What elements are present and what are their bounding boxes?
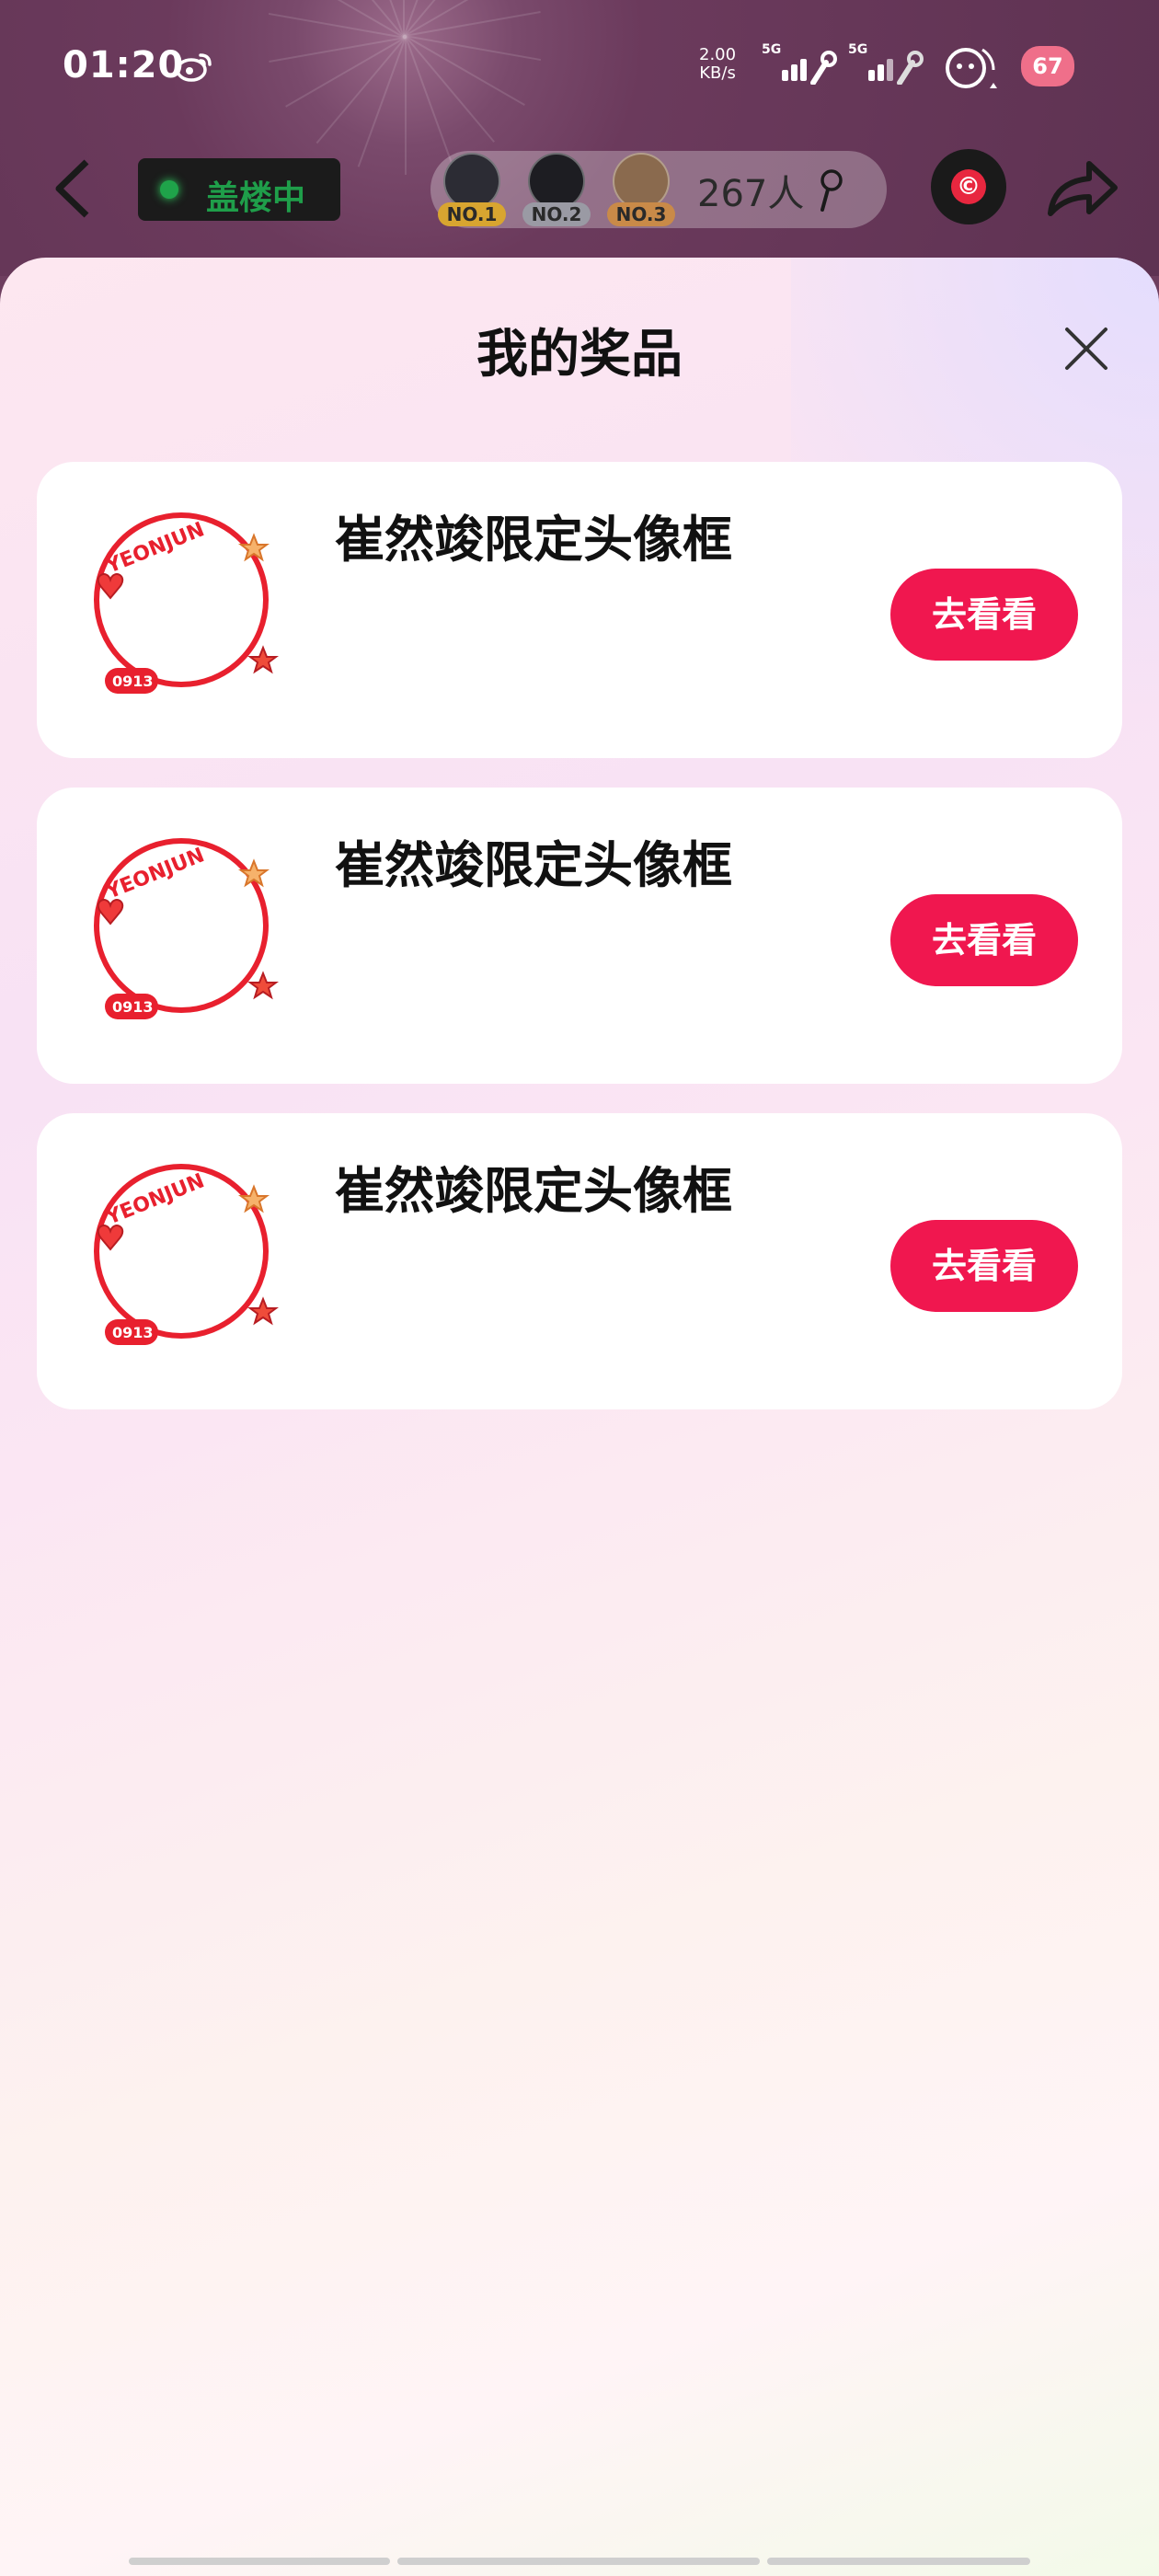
view-prize-button[interactable]: 去看看 [890, 894, 1078, 986]
back-arrow-icon[interactable] [46, 156, 101, 221]
avatar-frame-thumbnail: YEONJUN 0913 [94, 512, 279, 694]
top-ranking-bar[interactable]: NO.1 NO.2 NO.3 267人 [430, 151, 887, 228]
network-speed-unit: KB/s [699, 63, 736, 83]
live-dot-icon [160, 180, 178, 199]
prize-card: YEONJUN 0913 崔然竣限定头像框 去看看 [37, 462, 1122, 758]
wrench-icon [810, 51, 837, 85]
frame-text: YEONJUN [102, 518, 208, 579]
frame-tag-text: 0913 [112, 673, 154, 690]
view-prize-button[interactable]: 去看看 [890, 1220, 1078, 1312]
building-status-label: 盖楼中 [206, 179, 306, 217]
gesture-bar-segment [129, 2558, 390, 2565]
sim2-network-label: 5G [848, 42, 868, 57]
weibo-icon [176, 53, 212, 82]
sim2-signal-icon: 5G [848, 42, 924, 88]
sim1-network-label: 5G [762, 42, 782, 57]
music-record-button[interactable]: © [931, 149, 1006, 224]
avatar-frame-thumbnail: YEONJUN 0913 [94, 1164, 279, 1345]
network-speed: 2.00 KB/s [699, 46, 736, 83]
rank-badge: NO.3 [607, 202, 675, 226]
frame-tag-text: 0913 [112, 1324, 154, 1341]
prize-card: YEONJUN 0913 崔然竣限定头像框 去看看 [37, 788, 1122, 1084]
battery-indicator: 67 [1021, 46, 1074, 86]
rank-badge: NO.1 [438, 202, 506, 226]
status-bar: 01:20 2.00 KB/s 5G 5G 67 [0, 37, 1159, 101]
frame-tag-text: 0913 [112, 998, 154, 1016]
prize-name: 崔然竣限定头像框 [335, 511, 732, 569]
prize-name: 崔然竣限定头像框 [335, 1162, 732, 1220]
wrench-icon [897, 51, 924, 85]
avatar [528, 153, 585, 210]
share-arrow-icon[interactable] [1043, 156, 1120, 221]
rank-1-avatar[interactable]: NO.1 [438, 153, 506, 230]
view-prize-button[interactable]: 去看看 [890, 569, 1078, 661]
avatar [613, 153, 670, 210]
avatar [443, 153, 500, 210]
network-speed-value: 2.00 [699, 45, 737, 64]
gesture-bar-segment [767, 2558, 1030, 2565]
microphone-icon [820, 169, 843, 212]
prizes-sheet: 我的奖品 YEONJUN 0913 崔然竣限定头像框 去看看 YEONJUN 0… [0, 258, 1159, 2576]
rank-2-avatar[interactable]: NO.2 [522, 153, 591, 230]
prize-card: YEONJUN 0913 崔然竣限定头像框 去看看 [37, 1113, 1122, 1409]
wifi-face-icon [946, 48, 997, 88]
frame-text: YEONJUN [102, 1169, 208, 1230]
status-time: 01:20 [63, 44, 185, 86]
sim1-signal-icon: 5G [762, 42, 837, 88]
avatar-frame-thumbnail: YEONJUN 0913 [94, 838, 279, 1019]
building-status-button[interactable]: 盖楼中 [138, 158, 340, 221]
live-room-navbar: 盖楼中 NO.1 NO.2 NO.3 267人 © [0, 147, 1159, 230]
frame-text: YEONJUN [102, 844, 208, 904]
record-icon: © [951, 169, 986, 204]
participant-count: 267人 [697, 173, 805, 215]
prize-name: 崔然竣限定头像框 [335, 836, 732, 894]
sheet-title: 我的奖品 [476, 325, 683, 385]
gesture-bar-segment [397, 2558, 760, 2565]
rank-badge: NO.2 [522, 202, 591, 226]
live-room-background: 01:20 2.00 KB/s 5G 5G 67 盖楼中 NO.1 NO.2 N… [0, 0, 1159, 276]
rank-3-avatar[interactable]: NO.3 [607, 153, 675, 230]
close-icon[interactable] [1061, 324, 1111, 374]
